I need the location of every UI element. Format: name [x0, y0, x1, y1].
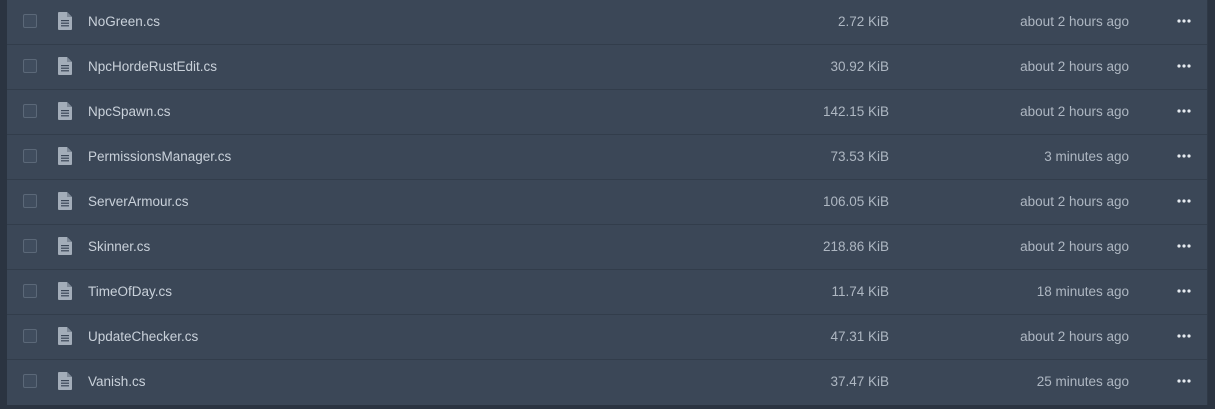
file-modified: about 2 hours ago [1020, 194, 1129, 209]
more-icon[interactable] [1176, 283, 1192, 299]
file-icon [58, 57, 72, 75]
file-size: 47.31 KiB [830, 329, 889, 344]
file-icon [58, 192, 72, 210]
more-icon[interactable] [1176, 13, 1192, 29]
file-modified: 3 minutes ago [1044, 149, 1129, 164]
file-modified: about 2 hours ago [1020, 104, 1129, 119]
file-name[interactable]: TimeOfDay.cs [88, 284, 172, 299]
more-icon[interactable] [1176, 148, 1192, 164]
file-modified: about 2 hours ago [1020, 14, 1129, 29]
file-name[interactable]: UpdateChecker.cs [88, 329, 198, 344]
file-name[interactable]: NoGreen.cs [88, 14, 160, 29]
file-size: 11.74 KiB [831, 284, 889, 299]
file-row[interactable]: UpdateChecker.cs 47.31 KiB about 2 hours… [7, 315, 1207, 360]
file-modified: about 2 hours ago [1020, 59, 1129, 74]
row-checkbox[interactable] [23, 194, 37, 208]
file-row[interactable]: NpcSpawn.cs 142.15 KiB about 2 hours ago [7, 90, 1207, 135]
row-checkbox[interactable] [23, 104, 37, 118]
file-row[interactable]: NoGreen.cs 2.72 KiB about 2 hours ago [7, 0, 1207, 45]
file-modified: about 2 hours ago [1020, 329, 1129, 344]
file-name[interactable]: Skinner.cs [88, 239, 150, 254]
more-icon[interactable] [1176, 193, 1192, 209]
file-size: 106.05 KiB [822, 194, 889, 209]
more-icon[interactable] [1176, 328, 1192, 344]
file-row[interactable]: PermissionsManager.cs 73.53 KiB 3 minute… [7, 135, 1207, 180]
row-checkbox[interactable] [23, 329, 37, 343]
file-row[interactable]: TimeOfDay.cs 11.74 KiB 18 minutes ago [7, 270, 1207, 315]
file-size: 142.15 KiB [822, 104, 889, 119]
file-list: NoGreen.cs 2.72 KiB about 2 hours ago Np… [7, 0, 1208, 405]
file-modified: about 2 hours ago [1020, 239, 1129, 254]
file-size: 73.53 KiB [830, 149, 889, 164]
file-size: 37.47 KiB [830, 374, 889, 389]
file-icon [58, 237, 72, 255]
file-size: 30.92 KiB [830, 59, 889, 74]
file-name[interactable]: PermissionsManager.cs [88, 149, 231, 164]
row-checkbox[interactable] [23, 149, 37, 163]
file-name[interactable]: Vanish.cs [88, 374, 146, 389]
row-checkbox[interactable] [23, 374, 37, 388]
file-icon [58, 372, 72, 390]
file-name[interactable]: ServerArmour.cs [88, 194, 189, 209]
file-modified: 25 minutes ago [1036, 374, 1129, 389]
file-icon [58, 12, 72, 30]
file-name[interactable]: NpcSpawn.cs [88, 104, 171, 119]
row-checkbox[interactable] [23, 59, 37, 73]
file-icon [58, 282, 72, 300]
more-icon[interactable] [1176, 58, 1192, 74]
file-icon [58, 327, 72, 345]
file-name[interactable]: NpcHordeRustEdit.cs [88, 59, 217, 74]
file-size: 2.72 KiB [837, 14, 889, 29]
file-row[interactable]: ServerArmour.cs 106.05 KiB about 2 hours… [7, 180, 1207, 225]
file-modified: 18 minutes ago [1036, 284, 1129, 299]
row-checkbox[interactable] [23, 239, 37, 253]
file-row[interactable]: Vanish.cs 37.47 KiB 25 minutes ago [7, 360, 1207, 404]
more-icon[interactable] [1176, 238, 1192, 254]
row-checkbox[interactable] [23, 284, 37, 298]
file-icon [58, 147, 72, 165]
file-row[interactable]: NpcHordeRustEdit.cs 30.92 KiB about 2 ho… [7, 45, 1207, 90]
file-icon [58, 102, 72, 120]
more-icon[interactable] [1176, 373, 1192, 389]
file-row[interactable]: Skinner.cs 218.86 KiB about 2 hours ago [7, 225, 1207, 270]
more-icon[interactable] [1176, 103, 1192, 119]
file-size: 218.86 KiB [822, 239, 889, 254]
row-checkbox[interactable] [23, 14, 37, 28]
